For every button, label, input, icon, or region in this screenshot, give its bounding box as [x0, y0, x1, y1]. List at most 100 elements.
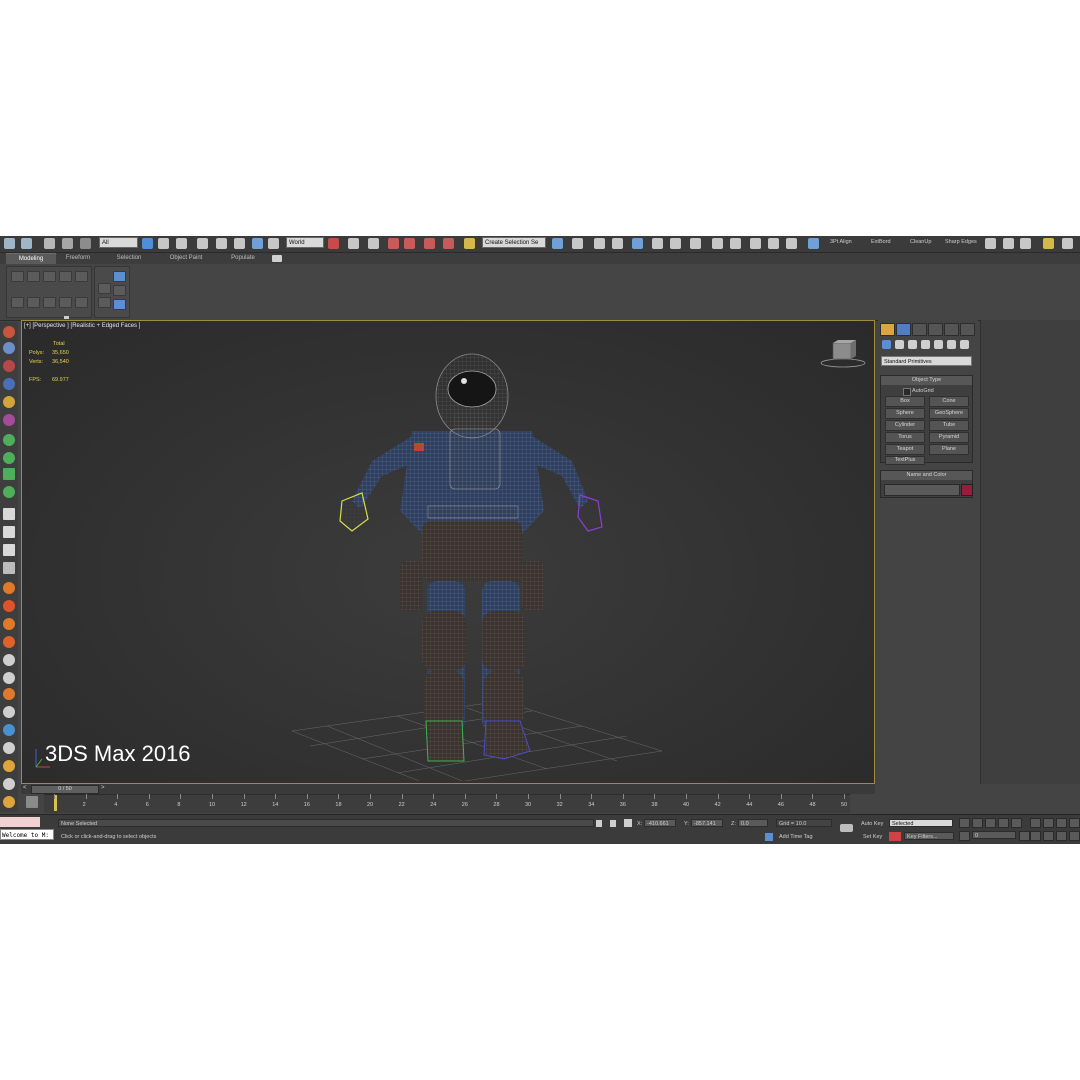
rotate-icon[interactable] [234, 238, 245, 249]
move-icon[interactable] [216, 238, 227, 249]
pan-icon[interactable] [1043, 831, 1054, 841]
spinner-snap-icon[interactable] [443, 238, 454, 249]
selection-filter-dropdown[interactable]: All [99, 237, 138, 248]
trophy-icon[interactable] [3, 796, 15, 808]
object-type-title[interactable]: Object Type [881, 376, 972, 385]
current-frame-field[interactable]: 0 [972, 831, 1016, 839]
plane-button[interactable]: Plane [929, 444, 969, 455]
select-object-icon[interactable] [142, 238, 153, 249]
key-icon[interactable] [840, 824, 853, 832]
field-of-view-icon[interactable] [1030, 831, 1041, 841]
tab-populate[interactable]: Populate [222, 253, 264, 264]
tab-selection[interactable]: Selection [108, 253, 150, 264]
set-key-button[interactable]: Set Key [863, 834, 882, 840]
scale-icon[interactable] [252, 238, 263, 249]
maxscript-pink-field[interactable] [0, 817, 40, 827]
create-geometry-icon[interactable] [3, 326, 15, 338]
toggle-ribbon-icon[interactable] [632, 238, 643, 249]
viewcube-icon[interactable] [818, 339, 868, 369]
name-and-color-title[interactable]: Name and Color [881, 471, 972, 480]
textplus-button[interactable]: TextPlus [885, 456, 925, 465]
ribbon-element-icon[interactable] [75, 271, 88, 282]
sphere-button[interactable]: Sphere [885, 408, 925, 419]
redo-icon[interactable] [21, 238, 32, 249]
time-slider-prev[interactable]: < [23, 785, 27, 791]
set-key-icon[interactable] [889, 832, 901, 841]
mirror-icon[interactable] [552, 238, 563, 249]
torus-button[interactable]: Torus [885, 432, 925, 443]
ribbon-options-icon[interactable] [272, 255, 282, 262]
ribbon-similar-icon[interactable] [113, 299, 126, 310]
render-iterative-icon[interactable] [768, 238, 779, 249]
create-tab-icon[interactable] [880, 323, 895, 336]
snaps-toggle-icon[interactable] [388, 238, 399, 249]
zoom-all-icon[interactable] [1043, 818, 1054, 828]
box-button[interactable]: Box [885, 396, 925, 407]
particle-icon[interactable] [3, 414, 15, 426]
frame-counter[interactable]: 0 / 50 [31, 785, 99, 794]
trash-icon[interactable] [3, 562, 15, 574]
pyramid-button[interactable]: Pyramid [929, 432, 969, 443]
ribbon-to-poly-icon[interactable] [75, 297, 88, 308]
sphere-tool-icon[interactable] [3, 360, 15, 372]
star-tool-icon[interactable] [3, 486, 15, 498]
select-by-name-icon[interactable] [158, 238, 169, 249]
ribbon-shrink-icon[interactable] [98, 297, 111, 308]
schematic-view-icon[interactable] [670, 238, 681, 249]
drop-icon[interactable] [3, 724, 15, 736]
time-slider[interactable]: < 0 / 50 > [21, 784, 875, 794]
pivot-center-icon[interactable] [328, 238, 339, 249]
cube-icon[interactable] [3, 342, 15, 354]
ribbon-ring-icon[interactable] [113, 285, 126, 296]
unlink-icon[interactable] [62, 238, 73, 249]
smooth-icon[interactable] [985, 238, 996, 249]
fire-red-icon[interactable] [3, 600, 15, 612]
lasso-icon[interactable] [3, 654, 15, 666]
next-frame-icon[interactable] [998, 818, 1009, 828]
add-time-tag[interactable]: Add Time Tag [779, 834, 813, 840]
shield-icon[interactable] [3, 778, 15, 790]
time-config-icon[interactable] [1019, 831, 1030, 841]
three-point-align-icon[interactable] [808, 238, 819, 249]
person-icon[interactable] [3, 742, 15, 754]
globe-icon[interactable] [3, 434, 15, 446]
go-to-start-icon[interactable] [959, 818, 970, 828]
maxscript-listener[interactable]: Welcome to M: [0, 829, 54, 840]
flame-icon[interactable] [3, 618, 15, 630]
maximize-viewport-icon[interactable] [1069, 818, 1080, 828]
edit-named-selection-icon[interactable] [464, 238, 475, 249]
display-tab-icon[interactable] [944, 323, 959, 336]
ribbon-preserve-uvs-icon[interactable] [27, 297, 40, 308]
arrow-tool-icon[interactable] [3, 452, 15, 464]
ribbon-expand-icon[interactable] [64, 316, 69, 319]
space-warps-icon[interactable] [947, 340, 956, 349]
motion-tab-icon[interactable] [928, 323, 943, 336]
orbit-icon[interactable] [1056, 831, 1067, 841]
ribbon-grow-icon[interactable] [98, 283, 111, 294]
render-in-cloud-icon[interactable] [786, 238, 797, 249]
tab-object-paint[interactable]: Object Paint [160, 253, 212, 264]
render-production-icon[interactable] [750, 238, 761, 249]
x-coordinate[interactable]: -410.661 [644, 819, 676, 827]
cylinder-button[interactable]: Cylinder [885, 420, 925, 431]
layer-manager-icon[interactable] [612, 238, 623, 249]
autogrid-checkbox[interactable] [903, 388, 911, 396]
selection-region-icon[interactable] [176, 238, 187, 249]
tube-button[interactable]: Tube [929, 420, 969, 431]
align-icon[interactable] [572, 238, 583, 249]
play-icon[interactable] [3, 508, 15, 520]
place-icon[interactable] [268, 238, 279, 249]
object-name-input[interactable] [884, 484, 960, 496]
beer-icon[interactable] [3, 760, 15, 772]
cone-button[interactable]: Cone [929, 396, 969, 407]
render-setup-icon[interactable] [712, 238, 723, 249]
link-icon[interactable] [44, 238, 55, 249]
cleanup-label[interactable]: CleanUp [910, 239, 931, 245]
ribbon-polygon-icon[interactable] [59, 271, 72, 282]
ribbon-border-icon[interactable] [43, 271, 56, 282]
key-filters-button[interactable]: Key Filters... [904, 832, 954, 840]
cameras-icon[interactable] [921, 340, 930, 349]
extra-tools-icon[interactable] [1062, 238, 1073, 249]
viewport-label[interactable]: [+] [Perspective ] [Realistic + Edged Fa… [24, 323, 140, 329]
go-to-end-icon[interactable] [1011, 818, 1022, 828]
